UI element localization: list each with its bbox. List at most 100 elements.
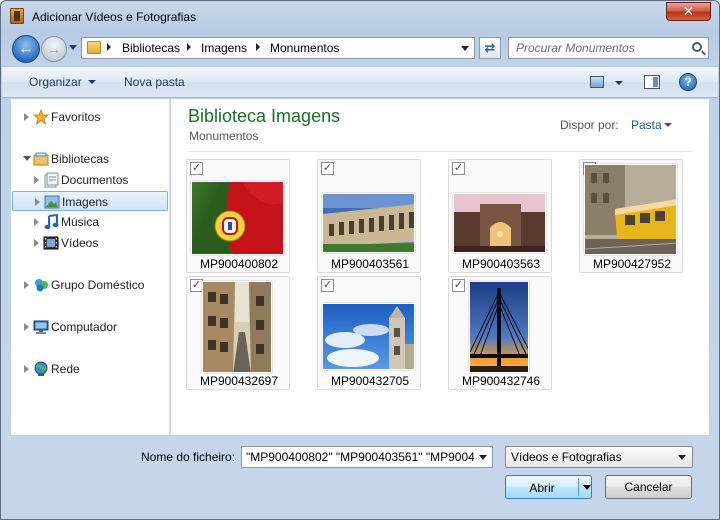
refresh-button[interactable]: ⇄ [479,37,501,59]
photo-thumbnail-church [322,303,415,370]
file-name: MP900403563 [461,257,541,271]
file-tile[interactable]: ✓ MP900403561 [317,159,421,273]
filename-combobox[interactable] [241,446,493,468]
arrange-by-label: Dispor por: [560,118,619,132]
filename-input[interactable] [242,447,474,467]
divider [188,151,693,152]
search-icon[interactable] [692,42,702,52]
file-name: MP900427952 [592,257,672,271]
chevron-down-icon [678,455,686,460]
open-button-label: Abrir [529,481,555,495]
file-tile[interactable]: ✓ MP900427952 [579,159,683,273]
library-title: Biblioteca Imagens [188,106,341,126]
file-tile[interactable]: ✓ MP900432697 [186,276,290,390]
star-icon [33,109,49,125]
open-file-dialog: Adicionar Vídeos e Fotografias ✕ ← → Bib… [0,0,720,520]
photo-thumbnail-arch [453,193,546,253]
close-button[interactable]: ✕ [666,2,711,21]
expand-arrow-icon[interactable] [24,365,29,373]
expand-arrow-icon[interactable] [24,281,29,289]
breadcrumb-monumentos[interactable]: Monumentos [270,41,339,55]
open-options-dropdown-icon[interactable] [583,485,591,490]
open-button[interactable]: Abrir [505,475,592,499]
file-type-value: Vídeos e Fotografias [511,450,622,464]
view-options-dropdown-icon[interactable] [615,81,623,85]
nav-item-videos[interactable]: Vídeos [31,233,167,253]
photo-thumbnail-bridge [469,281,529,373]
chevron-down-icon [87,80,96,84]
selection-checkbox[interactable]: ✓ [321,279,334,292]
window-title: Adicionar Vídeos e Fotografias [32,10,197,24]
new-folder-button[interactable]: Nova pasta [124,75,185,89]
breadcrumb-arrow-icon[interactable] [187,43,191,51]
documents-icon [44,172,59,188]
network-globe-icon [34,361,48,376]
file-tile[interactable]: ✓ MP900432705 [317,276,421,390]
back-button[interactable]: ← [12,35,40,63]
recent-pages-dropdown-icon[interactable] [69,45,77,50]
photo-thumbnail-street [202,281,272,373]
expand-arrow-icon[interactable] [34,239,39,247]
photo-thumbnail-cloister [322,193,415,253]
collapse-arrow-icon[interactable] [23,156,31,161]
expand-arrow-icon[interactable] [34,218,39,226]
selection-checkbox[interactable]: ✓ [452,162,465,175]
file-tile[interactable]: ✓ MP900400802 [186,159,290,273]
homegroup-icon [35,279,48,292]
breadcrumb-arrow-icon[interactable] [256,43,260,51]
expand-arrow-icon[interactable] [34,176,39,184]
nav-item-documents[interactable]: Documentos [31,170,167,190]
nav-label: Bibliotecas [51,152,110,166]
nav-label: Rede [51,362,80,376]
nav-item-pictures[interactable]: Imagens [12,191,168,211]
forward-button[interactable]: → [41,36,67,62]
help-icon[interactable]: ? [679,73,697,91]
music-note-icon [44,214,59,230]
nav-item-computer[interactable]: Computador [21,317,167,337]
arrange-by-dropdown[interactable]: Pasta [631,118,662,132]
breadcrumb-bibliotecas[interactable]: Bibliotecas [122,41,180,55]
nav-item-music[interactable]: Música [31,212,167,232]
navigation-pane: Favoritos Bibliotecas Documentos Imagens… [11,99,170,435]
file-tile[interactable]: ✓ MP900432746 [448,276,552,390]
change-view-icon[interactable] [590,76,604,88]
file-name: MP900400802 [199,257,279,271]
breadcrumb-arrow-icon[interactable] [107,43,111,51]
search-box[interactable] [508,37,709,59]
chevron-down-icon[interactable] [479,455,487,460]
preview-pane-icon[interactable] [644,75,660,89]
command-bar: Organizar Nova pasta ? [2,66,718,98]
address-history-dropdown-icon[interactable] [461,46,469,51]
file-list-pane: Biblioteca Imagens Monumentos Dispor por… [171,99,709,435]
selection-checkbox[interactable]: ✓ [452,279,465,292]
film-strip-icon [10,8,24,24]
selection-checkbox[interactable]: ✓ [190,162,203,175]
expand-arrow-icon[interactable] [35,198,40,206]
photo-thumbnail-tram [584,164,677,255]
filename-label: Nome do ficheiro: [141,450,236,464]
libraries-icon [33,152,49,166]
cancel-button[interactable]: Cancelar [605,475,692,499]
nav-item-favorites[interactable]: Favoritos [21,107,167,127]
selection-checkbox[interactable]: ✓ [321,162,334,175]
organize-menu-button[interactable]: Organizar [29,75,96,89]
pictures-icon [44,195,60,209]
split-divider [578,478,579,496]
breadcrumb-imagens[interactable]: Imagens [201,41,247,55]
nav-item-homegroup[interactable]: Grupo Doméstico [21,275,167,295]
expand-arrow-icon[interactable] [24,323,29,331]
nav-label: Favoritos [51,110,101,124]
address-bar[interactable]: Bibliotecas Imagens Monumentos [81,37,475,59]
search-input[interactable] [509,38,687,58]
file-tile[interactable]: ✓ MP900403563 [448,159,552,273]
organize-label: Organizar [29,75,82,89]
nav-label: Documentos [61,173,129,187]
nav-item-network[interactable]: Rede [21,359,167,379]
chevron-down-icon[interactable] [664,123,672,127]
library-subtitle: Monumentos [189,129,259,143]
expand-arrow-icon[interactable] [24,113,29,121]
nav-item-libraries[interactable]: Bibliotecas [21,149,167,169]
file-name: MP900432746 [461,374,541,388]
nav-label: Imagens [62,195,109,209]
file-type-select[interactable]: Vídeos e Fotografias [505,446,693,468]
